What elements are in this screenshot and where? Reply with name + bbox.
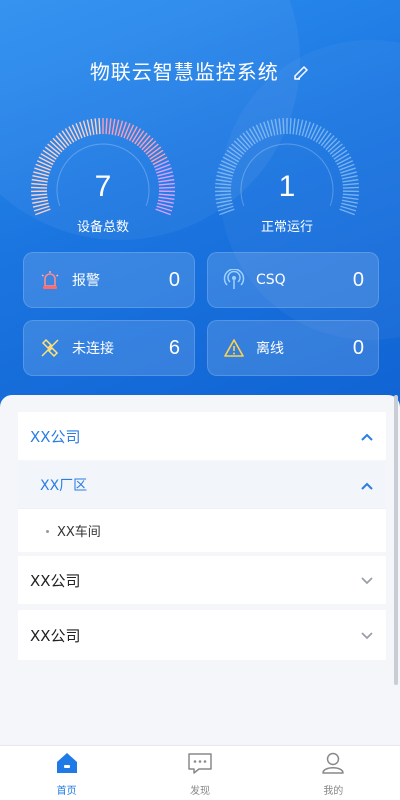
tab-mine[interactable]: 我的	[267, 746, 400, 800]
csq-label: CSQ	[256, 272, 286, 288]
chevron-down-icon[interactable]	[360, 626, 374, 645]
tab-discover[interactable]: 发现	[133, 746, 266, 800]
tree-factory-expanded[interactable]: XX厂区	[18, 462, 386, 508]
chevron-up-icon[interactable]	[360, 476, 374, 495]
running-value: 1	[278, 170, 296, 203]
alarm-light-icon	[38, 268, 62, 292]
csq-count: 0	[352, 268, 364, 291]
tab-discover-label: 发现	[189, 786, 210, 797]
alarm-label: 报警	[72, 273, 100, 289]
chevron-up-icon[interactable]	[360, 427, 374, 446]
warning-icon	[222, 336, 246, 360]
chevron-down-icon[interactable]	[360, 571, 374, 590]
workshop-label: XX车间	[57, 525, 101, 540]
page-title: 物联云智慧监控系统	[89, 60, 279, 84]
disconnected-label: 未连接	[72, 341, 114, 357]
scrollbar[interactable]	[394, 395, 398, 685]
workshop-name: XX车间	[46, 521, 101, 540]
alarm-card[interactable]: 报警 0	[23, 252, 195, 308]
chat-icon	[187, 751, 213, 779]
tree-company-expanded[interactable]: XX公司	[18, 412, 386, 460]
unplugged-icon	[38, 336, 62, 360]
bullet-icon	[46, 530, 49, 533]
bottom-tab-bar: 首页 发现 我的	[0, 745, 400, 800]
signal-icon	[222, 268, 246, 292]
disconnected-count: 6	[168, 336, 180, 359]
csq-card[interactable]: CSQ 0	[207, 252, 379, 308]
tab-mine-label: 我的	[323, 786, 344, 797]
company-name: XX公司	[30, 427, 81, 446]
alarm-count: 0	[168, 268, 180, 291]
tree-workshop-item[interactable]: XX车间	[18, 508, 386, 552]
device-total-value: 7	[94, 170, 112, 203]
tree-company-collapsed[interactable]: XX公司	[18, 556, 386, 604]
page-title-row: 物联云智慧监控系统	[0, 56, 400, 87]
running-gauge: 1 正常运行	[207, 110, 367, 240]
disconnected-card[interactable]: 未连接 6	[23, 320, 195, 376]
company-name: XX公司	[30, 626, 81, 645]
tree-company-collapsed[interactable]: XX公司	[18, 610, 386, 660]
edit-icon[interactable]	[292, 63, 310, 87]
factory-name: XX厂区	[40, 478, 88, 494]
offline-label: 离线	[256, 341, 284, 357]
device-total-gauge: 7 设备总数	[23, 110, 183, 240]
offline-card[interactable]: 离线 0	[207, 320, 379, 376]
tab-home[interactable]: 首页	[0, 746, 133, 800]
home-icon	[54, 751, 80, 779]
device-total-label: 设备总数	[76, 220, 129, 235]
user-icon	[320, 751, 346, 779]
offline-count: 0	[352, 336, 364, 359]
tab-home-label: 首页	[56, 786, 77, 797]
running-label: 正常运行	[260, 220, 313, 235]
company-name: XX公司	[30, 571, 81, 590]
